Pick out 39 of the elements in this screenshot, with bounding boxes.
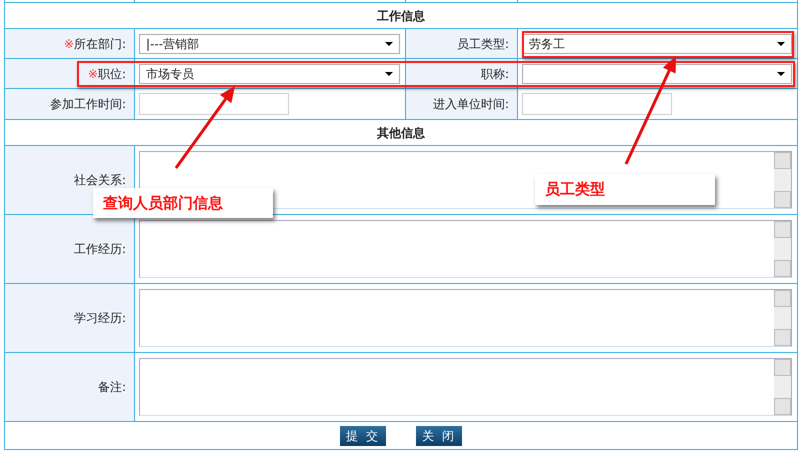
section-title: 其他信息 (377, 124, 425, 142)
field-label: 所在部门: (74, 36, 126, 52)
scroll-up-button (774, 359, 791, 376)
dropdown[interactable]: 市场专员 (139, 64, 400, 84)
scroll-up-button (774, 152, 791, 169)
scroll-up-button (774, 290, 791, 307)
field-label: 社会关系: (74, 172, 126, 189)
input-field[interactable] (522, 93, 672, 115)
caret-icon (777, 42, 785, 46)
text-area[interactable] (139, 358, 792, 416)
field-label: 员工类型: (456, 36, 509, 52)
scroll-down-button (774, 329, 791, 346)
callout-label: 员工类型 (535, 174, 715, 205)
text-area[interactable] (139, 220, 792, 278)
caret-icon (385, 72, 393, 76)
scroll-up-button (774, 221, 791, 238)
caret-icon (777, 72, 785, 76)
text-area[interactable] (139, 289, 792, 347)
form-button[interactable]: 提 交 (340, 426, 386, 446)
field-label: 进入单位时间: (432, 96, 509, 113)
input-field[interactable] (139, 93, 289, 115)
section-title: 工作信息 (377, 8, 425, 24)
field-label: 职位: (98, 66, 126, 82)
dropdown[interactable]: |---营销部 (139, 34, 400, 54)
caret-icon (385, 42, 393, 46)
field-label: 职称: (480, 66, 509, 82)
field-label: 备注: (98, 379, 126, 396)
scroll-down-button (774, 260, 791, 277)
required-mark: ※ (64, 36, 74, 52)
required-mark: ※ (88, 66, 98, 82)
scroll-down-button (774, 398, 791, 415)
field-label: 学习经历: (74, 310, 126, 327)
field-label: 工作经历: (74, 241, 126, 258)
form-button[interactable]: 关 闭 (416, 426, 462, 446)
dropdown[interactable]: 劳务工 (522, 34, 792, 54)
dropdown[interactable] (522, 64, 792, 84)
callout-label: 查询人员部门信息 (93, 188, 273, 218)
field-label: 参加工作时间: (50, 96, 126, 113)
scroll-down-button (774, 191, 791, 208)
